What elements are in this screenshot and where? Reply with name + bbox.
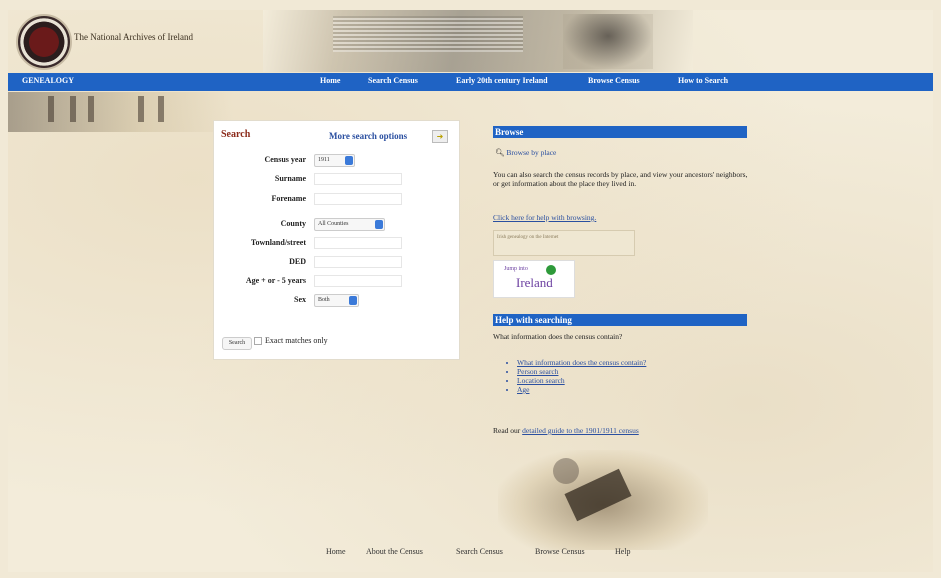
- footer-about-census[interactable]: About the Census: [366, 547, 423, 556]
- townland-label: Townland/street: [250, 238, 306, 247]
- nav-search-census[interactable]: Search Census: [368, 76, 418, 85]
- footer-home[interactable]: Home: [326, 547, 346, 556]
- help-links: What information does the census contain…: [503, 358, 646, 394]
- badge-ireland-text: Ireland: [516, 275, 553, 290]
- help-intro: What information does the census contain…: [493, 332, 623, 341]
- search-title: Search: [221, 129, 251, 140]
- county-select[interactable]: All Counties: [314, 218, 385, 231]
- footer-search-census[interactable]: Search Census: [456, 547, 503, 556]
- magnifier-icon: 🔍︎: [495, 148, 505, 157]
- search-panel: Search More search options ➜ Census year…: [213, 120, 460, 360]
- header-document-image: [333, 16, 523, 52]
- census-year-label: Census year: [264, 155, 306, 164]
- archives-logo[interactable]: [16, 14, 72, 70]
- header-photo: [263, 10, 693, 72]
- ded-label: DED: [289, 257, 306, 266]
- nav-home[interactable]: Home: [320, 76, 340, 85]
- browse-heading: Browse: [493, 126, 747, 138]
- train-smoke-image: [553, 458, 579, 484]
- genealogy-badge[interactable]: Irish genealogy on the Internet: [493, 230, 635, 256]
- ded-input[interactable]: [314, 256, 402, 268]
- nav-how-to-search[interactable]: How to Search: [678, 76, 728, 85]
- help-link-location-search[interactable]: Location search: [517, 376, 646, 385]
- chevron-down-icon: [349, 296, 357, 305]
- browse-description: You can also search the census records b…: [493, 170, 748, 188]
- search-button[interactable]: Search: [222, 337, 252, 350]
- guide-line: Read our detailed guide to the 1901/1911…: [493, 426, 639, 435]
- street-photo: [8, 92, 233, 132]
- header: The National Archives of Ireland: [8, 10, 933, 72]
- surname-input[interactable]: [314, 173, 402, 185]
- browse-by-place-link[interactable]: 🔍︎ Browse by place: [495, 148, 556, 157]
- footer-browse-census[interactable]: Browse Census: [535, 547, 585, 556]
- chevron-down-icon: [345, 156, 353, 165]
- exact-matches-checkbox[interactable]: Exact matches only: [254, 336, 328, 346]
- shamrock-icon: [546, 265, 556, 275]
- forename-input[interactable]: [314, 193, 402, 205]
- browse-help-link[interactable]: Click here for help with browsing.: [493, 213, 596, 222]
- sex-label: Sex: [294, 295, 306, 304]
- townland-input[interactable]: [314, 237, 402, 249]
- nav-section-genealogy[interactable]: GENEALOGY: [22, 76, 74, 85]
- train-photo: [498, 450, 708, 550]
- sex-select[interactable]: Both: [314, 294, 359, 307]
- navbar: GENEALOGY Home Search Census Early 20th …: [8, 73, 933, 91]
- age-label: Age + or - 5 years: [245, 276, 306, 285]
- jump-into-ireland-badge[interactable]: Jump into Ireland: [493, 260, 575, 298]
- page: The National Archives of Ireland GENEALO…: [8, 10, 933, 572]
- footer-help[interactable]: Help: [615, 547, 631, 556]
- site-title[interactable]: The National Archives of Ireland: [74, 32, 193, 42]
- help-link-census-contents[interactable]: What information does the census contain…: [517, 358, 646, 367]
- age-input[interactable]: [314, 275, 402, 287]
- help-heading: Help with searching: [493, 314, 747, 326]
- chevron-down-icon: [375, 220, 383, 229]
- census-guide-link[interactable]: detailed guide to the 1901/1911 census: [522, 426, 639, 435]
- help-link-age[interactable]: Age: [517, 385, 646, 394]
- forename-label: Forename: [271, 194, 306, 203]
- more-search-options-link[interactable]: More search options: [329, 131, 407, 141]
- surname-label: Surname: [274, 174, 306, 183]
- help-link-person-search[interactable]: Person search: [517, 367, 646, 376]
- badge-small-text: Jump into: [504, 266, 528, 272]
- header-portrait-image: [563, 14, 653, 69]
- census-year-select[interactable]: 1911: [314, 154, 355, 167]
- nav-early-20th-century[interactable]: Early 20th century Ireland: [456, 76, 548, 85]
- options-arrow-icon[interactable]: ➜: [432, 130, 448, 143]
- checkbox-icon[interactable]: [254, 337, 262, 346]
- county-label: County: [280, 219, 306, 228]
- nav-browse-census[interactable]: Browse Census: [588, 76, 640, 85]
